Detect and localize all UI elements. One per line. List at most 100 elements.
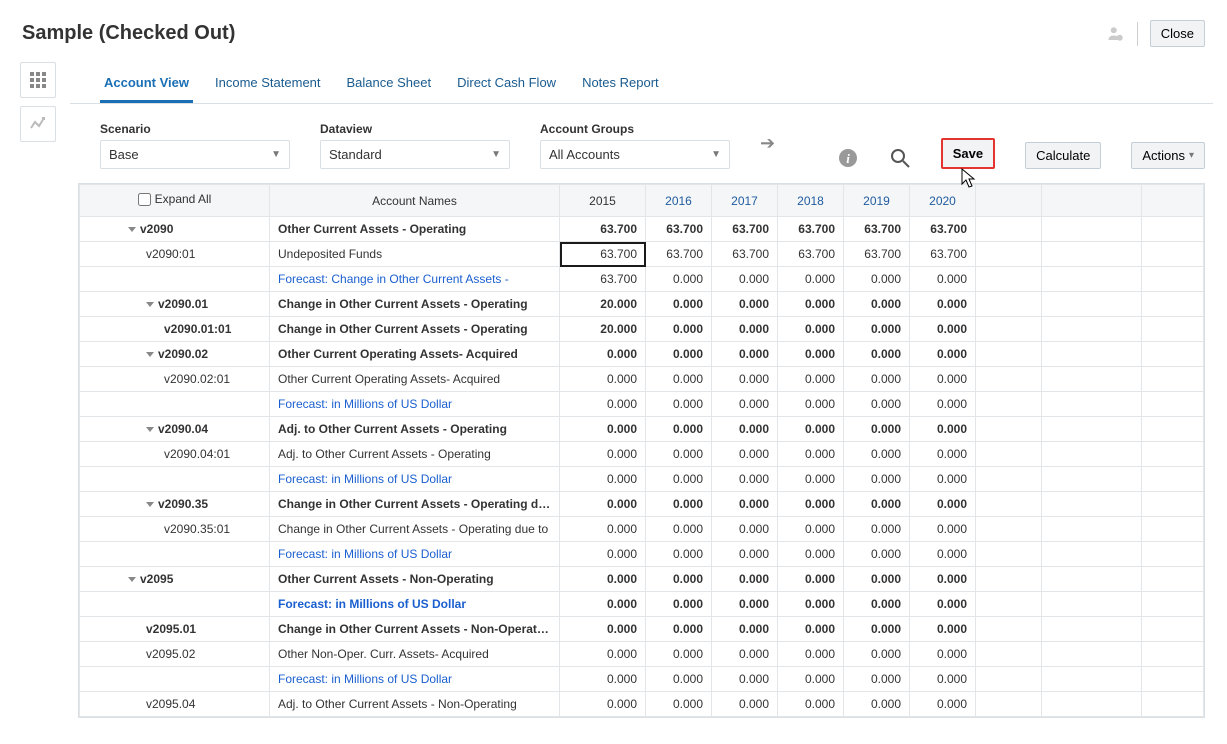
cell-value[interactable]: 0.000 (844, 267, 910, 292)
year-2015[interactable]: 2015 (560, 185, 646, 217)
cell-value[interactable]: 0.000 (560, 342, 646, 367)
account-code[interactable]: v2090.02 (80, 342, 270, 367)
chart-view-button[interactable] (20, 106, 56, 142)
cell-value[interactable]: 0.000 (560, 692, 646, 717)
cell-value[interactable]: 0.000 (712, 342, 778, 367)
cell-value[interactable]: 0.000 (646, 567, 712, 592)
cell-value[interactable]: 0.000 (778, 317, 844, 342)
cell-value[interactable]: 0.000 (560, 367, 646, 392)
account-code[interactable]: v2095 (80, 567, 270, 592)
account-code[interactable] (80, 667, 270, 692)
cell-value[interactable]: 0.000 (910, 517, 976, 542)
cell-value[interactable]: 0.000 (646, 317, 712, 342)
cell-value[interactable]: 0.000 (778, 342, 844, 367)
cell-value[interactable]: 0.000 (712, 392, 778, 417)
cell-value[interactable]: 0.000 (778, 642, 844, 667)
cell-value[interactable]: 0.000 (910, 267, 976, 292)
account-code[interactable]: v2090.35 (80, 492, 270, 517)
cell-value[interactable]: 63.700 (560, 242, 646, 267)
cell-value[interactable]: 63.700 (910, 242, 976, 267)
cell-value[interactable]: 0.000 (560, 492, 646, 517)
cell-value[interactable]: 0.000 (560, 442, 646, 467)
cell-value[interactable]: 0.000 (778, 467, 844, 492)
cell-value[interactable]: 0.000 (646, 342, 712, 367)
account-code[interactable]: v2090:01 (80, 242, 270, 267)
tab-balance-sheet[interactable]: Balance Sheet (343, 69, 436, 103)
cell-value[interactable]: 0.000 (844, 567, 910, 592)
cell-value[interactable]: 0.000 (560, 617, 646, 642)
year-2018[interactable]: 2018 (778, 185, 844, 217)
cell-value[interactable]: 0.000 (712, 492, 778, 517)
cell-value[interactable]: 0.000 (910, 492, 976, 517)
cell-value[interactable]: 0.000 (646, 442, 712, 467)
cell-value[interactable]: 0.000 (844, 617, 910, 642)
cell-value[interactable]: 0.000 (910, 292, 976, 317)
collapse-icon[interactable] (146, 302, 154, 307)
calculate-button[interactable]: Calculate (1025, 142, 1101, 169)
cell-value[interactable]: 0.000 (844, 292, 910, 317)
cell-value[interactable]: 0.000 (910, 392, 976, 417)
cell-value[interactable]: 0.000 (910, 667, 976, 692)
account-code[interactable]: v2090.35:01 (80, 517, 270, 542)
account-code[interactable]: v2095.04 (80, 692, 270, 717)
account-groups-select[interactable]: All Accounts ▼ (540, 140, 730, 169)
cell-value[interactable]: 0.000 (910, 642, 976, 667)
cell-value[interactable]: 0.000 (910, 592, 976, 617)
cell-value[interactable]: 0.000 (712, 567, 778, 592)
cell-value[interactable]: 0.000 (712, 592, 778, 617)
cell-value[interactable]: 0.000 (646, 392, 712, 417)
cell-value[interactable]: 0.000 (560, 642, 646, 667)
cell-value[interactable]: 0.000 (778, 442, 844, 467)
cell-value[interactable]: 0.000 (778, 492, 844, 517)
cell-value[interactable]: 0.000 (646, 542, 712, 567)
cell-value[interactable]: 0.000 (560, 667, 646, 692)
tab-income-statement[interactable]: Income Statement (211, 69, 325, 103)
cell-value[interactable]: 0.000 (910, 367, 976, 392)
cell-value[interactable]: 0.000 (778, 542, 844, 567)
cell-value[interactable]: 20.000 (560, 292, 646, 317)
cell-value[interactable]: 0.000 (712, 467, 778, 492)
tab-direct-cash-flow[interactable]: Direct Cash Flow (453, 69, 560, 103)
cell-value[interactable]: 0.000 (560, 392, 646, 417)
account-code[interactable]: v2090.01 (80, 292, 270, 317)
cell-value[interactable]: 0.000 (778, 667, 844, 692)
dataview-select[interactable]: Standard ▼ (320, 140, 510, 169)
year-2016[interactable]: 2016 (646, 185, 712, 217)
forecast-link[interactable]: Forecast: in Millions of US Dollar (270, 542, 560, 567)
cell-value[interactable]: 0.000 (910, 617, 976, 642)
cell-value[interactable]: 0.000 (712, 617, 778, 642)
save-button[interactable]: Save (941, 138, 995, 169)
cell-value[interactable]: 63.700 (778, 242, 844, 267)
expand-all-header[interactable]: Expand All (80, 185, 270, 217)
year-2019[interactable]: 2019 (844, 185, 910, 217)
account-code[interactable] (80, 467, 270, 492)
cell-value[interactable]: 0.000 (560, 417, 646, 442)
collapse-icon[interactable] (128, 577, 136, 582)
year-2017[interactable]: 2017 (712, 185, 778, 217)
account-code[interactable] (80, 592, 270, 617)
info-icon[interactable]: i (837, 147, 859, 169)
collapse-icon[interactable] (146, 427, 154, 432)
cell-value[interactable]: 63.700 (844, 217, 910, 242)
cell-value[interactable]: 0.000 (560, 592, 646, 617)
collapse-icon[interactable] (146, 352, 154, 357)
cell-value[interactable]: 0.000 (712, 267, 778, 292)
search-icon[interactable] (889, 147, 911, 169)
cell-value[interactable]: 0.000 (910, 692, 976, 717)
cell-value[interactable]: 0.000 (646, 267, 712, 292)
account-code[interactable]: v2090.01:01 (80, 317, 270, 342)
cell-value[interactable]: 0.000 (712, 292, 778, 317)
account-code[interactable] (80, 267, 270, 292)
account-code[interactable]: v2095.02 (80, 642, 270, 667)
cell-value[interactable]: 0.000 (910, 342, 976, 367)
cell-value[interactable]: 0.000 (646, 492, 712, 517)
cell-value[interactable]: 0.000 (844, 392, 910, 417)
cell-value[interactable]: 0.000 (910, 467, 976, 492)
cell-value[interactable]: 0.000 (712, 417, 778, 442)
cell-value[interactable]: 0.000 (712, 517, 778, 542)
cell-value[interactable]: 63.700 (844, 242, 910, 267)
cell-value[interactable]: 0.000 (712, 692, 778, 717)
cell-value[interactable]: 0.000 (778, 592, 844, 617)
cell-value[interactable]: 0.000 (778, 567, 844, 592)
cell-value[interactable]: 0.000 (712, 317, 778, 342)
